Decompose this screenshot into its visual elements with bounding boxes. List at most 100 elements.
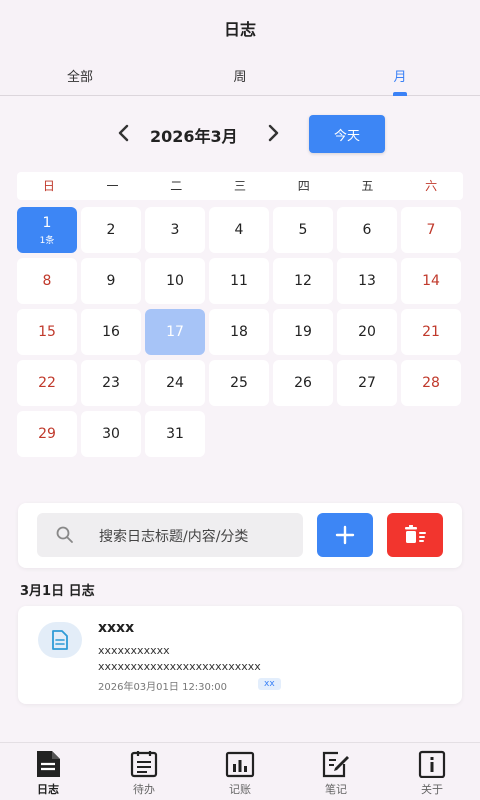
calendar-day-23[interactable]: 23 [81,360,141,406]
month-navigator: 2026年3月 今天 [0,115,480,153]
calendar-day-4[interactable]: 4 [209,207,269,253]
view-tabs: 全部 周 月 [0,60,480,96]
tab-month[interactable]: 月 [320,60,480,96]
day-number: 17 [166,324,184,340]
day-number: 6 [362,222,372,238]
day-number: 31 [166,426,184,442]
entry-category-tag: xx [258,678,281,690]
calendar-day-17[interactable]: 17 [145,309,205,355]
day-number: 14 [422,273,440,289]
nav-label: 日志 [37,783,59,796]
weekday-wed: 三 [233,179,246,193]
search-toolbar: 搜索日志标题/内容/分类 [18,503,462,568]
day-number: 12 [294,273,312,289]
day-number: 25 [230,375,248,391]
weekday-thu: 四 [297,179,310,193]
calendar-day-30[interactable]: 30 [81,411,141,457]
day-number: 2 [106,222,116,238]
day-number: 23 [102,375,120,391]
tab-all[interactable]: 全部 [0,60,160,96]
calendar-day-2[interactable]: 2 [81,207,141,253]
calendar-day-9[interactable]: 9 [81,258,141,304]
add-entry-button[interactable] [317,513,373,557]
entry-preview-line: xxxxxxxxxxx [98,644,170,657]
month-label: 2026年3月 [150,127,238,146]
calendar-day-18[interactable]: 18 [209,309,269,355]
plus-icon [335,525,355,545]
nav-label: 关于 [421,783,443,796]
calendar-day-10[interactable]: 10 [145,258,205,304]
calendar-day-13[interactable]: 13 [337,258,397,304]
previous-month-button[interactable] [112,121,136,145]
day-entry-count: 1条 [39,235,55,246]
weekday-sat: 六 [425,179,438,193]
search-icon [56,526,73,543]
chevron-right-icon [268,124,279,142]
day-number: 13 [358,273,376,289]
calendar-day-20[interactable]: 20 [337,309,397,355]
trash-icon [405,525,426,543]
delete-entries-button[interactable] [387,513,443,557]
nav-item-journal[interactable]: 日志 [0,743,96,800]
day-number: 30 [102,426,120,442]
today-button[interactable]: 今天 [309,115,385,153]
calendar-day-11[interactable]: 11 [209,258,269,304]
bottom-navigation: 日志 待办 记账 笔记 关于 [0,742,480,800]
calendar-day-26[interactable]: 26 [273,360,333,406]
calendar-day-1[interactable]: 1 1条 [17,207,77,253]
calendar-day-14[interactable]: 14 [401,258,461,304]
calendar-day-25[interactable]: 25 [209,360,269,406]
entry-timestamp: 2026年03月01日 12:30:00 [98,682,227,693]
chevron-left-icon [118,124,129,142]
info-icon [418,750,446,778]
nav-label: 待办 [133,783,155,796]
nav-label: 笔记 [325,783,347,796]
day-number: 3 [170,222,180,238]
next-month-button[interactable] [261,121,285,145]
nav-item-about[interactable]: 关于 [384,743,480,800]
day-number: 8 [42,273,52,289]
day-number: 19 [294,324,312,340]
search-input[interactable]: 搜索日志标题/内容/分类 [37,513,303,557]
calendar-day-24[interactable]: 24 [145,360,205,406]
nav-item-ledger[interactable]: 记账 [192,743,288,800]
todo-icon [130,751,158,778]
day-number: 9 [106,273,116,289]
calendar-day-31[interactable]: 31 [145,411,205,457]
weekday-tue: 二 [170,179,183,193]
calendar-day-27[interactable]: 27 [337,360,397,406]
entry-title: xxxx [98,620,135,636]
nav-item-todo[interactable]: 待办 [96,743,192,800]
note-icon [322,751,349,778]
day-number: 29 [38,426,56,442]
day-number: 15 [38,324,56,340]
day-number: 4 [234,222,244,238]
calendar-day-21[interactable]: 21 [401,309,461,355]
nav-item-notes[interactable]: 笔记 [288,743,384,800]
calendar-day-12[interactable]: 12 [273,258,333,304]
calendar-day-5[interactable]: 5 [273,207,333,253]
day-number: 20 [358,324,376,340]
calendar-day-6[interactable]: 6 [337,207,397,253]
journal-icon [37,751,60,777]
day-number: 11 [230,273,248,289]
calendar-day-7[interactable]: 7 [401,207,461,253]
calendar-day-16[interactable]: 16 [81,309,141,355]
calendar-day-19[interactable]: 19 [273,309,333,355]
ledger-icon [225,751,255,778]
top-app-bar: 日志 全部 周 月 [0,0,480,96]
calendar-day-8[interactable]: 8 [17,258,77,304]
day-number: 26 [294,375,312,391]
calendar-day-15[interactable]: 15 [17,309,77,355]
calendar-day-3[interactable]: 3 [145,207,205,253]
tab-week[interactable]: 周 [160,60,320,96]
entry-icon-badge [38,622,82,658]
weekday-fri: 五 [361,179,374,193]
calendar-day-22[interactable]: 22 [17,360,77,406]
page-title: 日志 [223,20,256,39]
journal-entry-card[interactable]: xxxx xxxxxxxxxxx xxxxxxxxxxxxxxxxxxxxxxx… [18,606,462,704]
calendar-day-29[interactable]: 29 [17,411,77,457]
calendar-day-28[interactable]: 28 [401,360,461,406]
nav-label: 记账 [229,783,251,796]
day-number: 16 [102,324,120,340]
